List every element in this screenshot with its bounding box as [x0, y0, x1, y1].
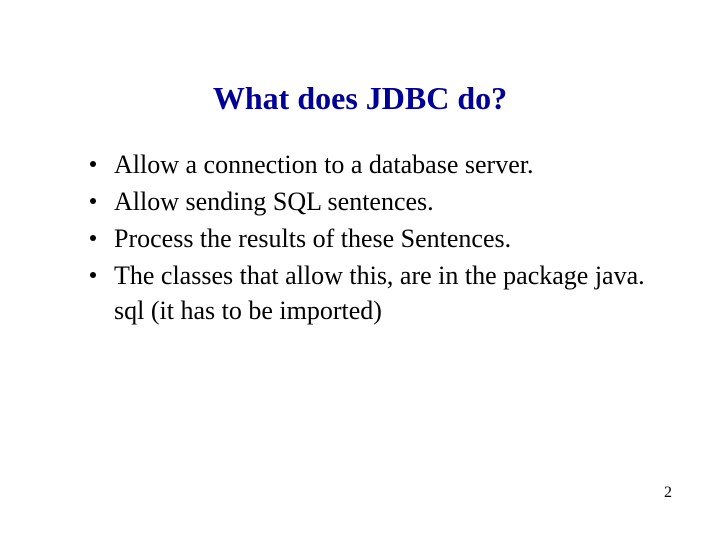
list-item: The classes that allow this, are in the … [90, 258, 660, 328]
list-item: Allow sending SQL sentences. [90, 184, 660, 219]
bullet-icon [90, 235, 96, 241]
list-item: Allow a connection to a database server. [90, 147, 660, 182]
slide: What does JDBC do? Allow a connection to… [0, 0, 720, 540]
bullet-text: Process the results of these Sentences. [114, 224, 511, 253]
bullet-text: The classes that allow this, are in the … [114, 261, 645, 325]
bullet-icon [90, 198, 96, 204]
bullet-icon [90, 272, 96, 278]
slide-title: What does JDBC do? [60, 80, 660, 117]
bullet-text: Allow a connection to a database server. [114, 150, 533, 179]
list-item: Process the results of these Sentences. [90, 221, 660, 256]
bullet-text: Allow sending SQL sentences. [114, 187, 434, 216]
bullet-icon [90, 161, 96, 167]
page-number: 2 [664, 484, 672, 502]
bullet-list: Allow a connection to a database server.… [60, 147, 660, 328]
